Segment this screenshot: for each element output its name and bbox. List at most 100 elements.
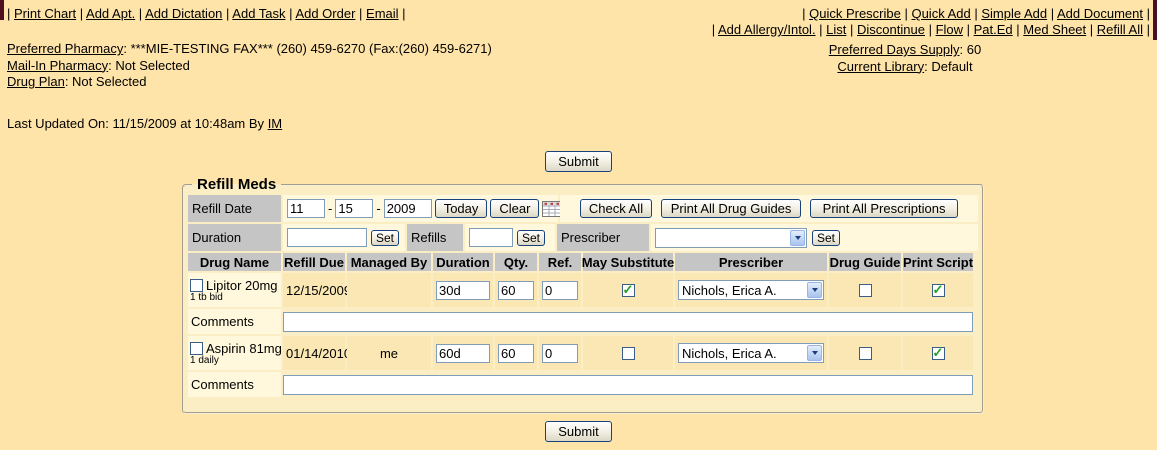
drug-guide-cell: [829, 336, 901, 370]
mailin-pharmacy-label[interactable]: Mail-In Pharmacy: [7, 58, 108, 73]
col-header-may-substitute: May Substitute: [583, 253, 673, 271]
may-substitute-cell: [583, 273, 673, 307]
drug-plan-value: Not Selected: [65, 74, 147, 89]
drug-select-checkbox[interactable]: [190, 342, 203, 355]
med-table: Drug Name Refill Due Managed By Duration…: [188, 253, 978, 397]
print-script-cell: [903, 273, 973, 307]
drug-sig: 1 tb bid: [190, 293, 223, 303]
duration-set-cell: Set: [283, 224, 405, 251]
prescriber-select[interactable]: Nichols, Erica A.: [678, 343, 824, 363]
ref-cell: [539, 336, 581, 370]
refill-date-day-input[interactable]: [335, 199, 373, 218]
refill-due-cell: 01/14/2010: [283, 336, 345, 370]
drug-guide-checkbox[interactable]: [859, 284, 872, 297]
duration-input[interactable]: [436, 281, 490, 300]
ref-input[interactable]: [542, 344, 578, 363]
duration-cell: [433, 336, 493, 370]
print-all-drug-guides-button[interactable]: Print All Drug Guides: [661, 199, 801, 218]
prescriber-cell: Nichols, Erica A.: [675, 273, 827, 307]
may-substitute-checkbox[interactable]: [622, 284, 635, 297]
drug-guide-checkbox[interactable]: [859, 347, 872, 360]
refills-set-button[interactable]: Set: [517, 230, 545, 246]
last-updated-text: Last Updated On: 11/15/2009 at 10:48am B…: [7, 116, 264, 131]
nav-link-add-dictation[interactable]: Add Dictation: [145, 6, 222, 21]
submit-button-bottom[interactable]: Submit: [545, 421, 611, 442]
prescriber-select-value: Nichols, Erica A.: [682, 346, 777, 361]
nav-link-email[interactable]: Email: [366, 6, 399, 21]
prescriber-bulk-select[interactable]: [655, 228, 807, 248]
drug-select-checkbox[interactable]: [190, 279, 203, 292]
nav-link-refill-all[interactable]: Refill All: [1097, 22, 1143, 37]
qty-input[interactable]: [498, 281, 534, 300]
current-library-label[interactable]: Current Library: [837, 59, 924, 74]
duration-input[interactable]: [436, 344, 490, 363]
nav-link-list[interactable]: List: [826, 22, 846, 37]
today-button[interactable]: Today: [435, 199, 488, 218]
qty-cell: [495, 336, 537, 370]
frame-edge-right: [1153, 0, 1157, 40]
nav-link-simple-add[interactable]: Simple Add: [981, 6, 1047, 21]
nav-link-add-order[interactable]: Add Order: [295, 6, 355, 21]
refill-date-row: Refill Date - - Today Clear: [188, 195, 978, 222]
prescriber-cell: Nichols, Erica A.: [675, 336, 827, 370]
nav-link-add-allergy-intol-[interactable]: Add Allergy/Intol.: [718, 22, 816, 37]
refill-date-month-input[interactable]: [287, 199, 325, 218]
current-library-line: Current LibraryDefault: [740, 59, 1070, 76]
qty-input[interactable]: [498, 344, 534, 363]
nav-link-add-task[interactable]: Add Task: [232, 6, 285, 21]
refills-bulk-input[interactable]: [469, 228, 513, 247]
check-all-button[interactable]: Check All: [580, 199, 652, 218]
comments-label: Comments: [188, 372, 281, 397]
nav-link-med-sheet[interactable]: Med Sheet: [1023, 22, 1086, 37]
col-header-managed-by: Managed By: [347, 253, 431, 271]
refill-date-cell: - - Today Clear: [283, 195, 558, 222]
ref-cell: [539, 273, 581, 307]
duration-label: Duration: [188, 224, 281, 251]
duration-cell: [433, 273, 493, 307]
last-updated-user-link[interactable]: IM: [268, 116, 282, 131]
col-header-prescriber: Prescriber: [675, 253, 827, 271]
comments-input[interactable]: [283, 312, 973, 332]
ref-input[interactable]: [542, 281, 578, 300]
preferred-pharmacy-value: ***MIE-TESTING FAX*** (260) 459-6270 (Fa…: [123, 41, 492, 56]
nav-link-add-apt-[interactable]: Add Apt.: [86, 6, 135, 21]
mailin-pharmacy-value: Not Selected: [108, 58, 190, 73]
chevron-down-icon: [790, 230, 805, 246]
comments-label: Comments: [188, 309, 281, 334]
nav-link-add-document[interactable]: Add Document: [1057, 6, 1143, 21]
duration-set-button[interactable]: Set: [371, 230, 399, 246]
nav-link-flow[interactable]: Flow: [936, 22, 963, 37]
col-header-ref: Ref.: [539, 253, 581, 271]
prescriber-select[interactable]: Nichols, Erica A.: [678, 280, 824, 300]
nav-link-quick-add[interactable]: Quick Add: [911, 6, 970, 21]
nav-link-quick-prescribe[interactable]: Quick Prescribe: [809, 6, 901, 21]
nav-link-pat-ed[interactable]: Pat.Ed: [974, 22, 1013, 37]
date-separator: -: [328, 201, 332, 216]
frame-edge-left: [0, 0, 4, 20]
drug-plan-label[interactable]: Drug Plan: [7, 74, 65, 89]
duration-bulk-input[interactable]: [287, 228, 367, 247]
comments-input[interactable]: [283, 375, 973, 395]
drug-name: Lipitor 20mg: [206, 278, 278, 293]
preferred-days-supply-label[interactable]: Preferred Days Supply: [829, 42, 960, 57]
preferred-pharmacy-label[interactable]: Preferred Pharmacy: [7, 41, 123, 56]
refill-date-label: Refill Date: [188, 195, 281, 222]
col-header-qty: Qty.: [495, 253, 537, 271]
print-all-prescriptions-button[interactable]: Print All Prescriptions: [810, 199, 958, 218]
drug-name-cell: Aspirin 81mg 1 daily: [188, 336, 281, 370]
calendar-icon[interactable]: [542, 201, 561, 217]
drug-guide-cell: [829, 273, 901, 307]
submit-button-top[interactable]: Submit: [545, 151, 611, 172]
may-substitute-checkbox[interactable]: [622, 347, 635, 360]
refill-date-year-input[interactable]: [384, 199, 432, 218]
clear-button[interactable]: Clear: [490, 199, 539, 218]
nav-link-discontinue[interactable]: Discontinue: [857, 22, 925, 37]
print-script-checkbox[interactable]: [932, 347, 945, 360]
preferred-days-supply-value: 60: [960, 42, 982, 57]
top-nav-right-row1: | Quick Prescribe | Quick Add | Simple A…: [712, 6, 1150, 22]
print-script-cell: [903, 336, 973, 370]
prescriber-set-button[interactable]: Set: [812, 230, 840, 246]
nav-link-print-chart[interactable]: Print Chart: [14, 6, 76, 21]
refill-meds-page: | Print Chart | Add Apt. | Add Dictation…: [0, 0, 1157, 450]
print-script-checkbox[interactable]: [932, 284, 945, 297]
